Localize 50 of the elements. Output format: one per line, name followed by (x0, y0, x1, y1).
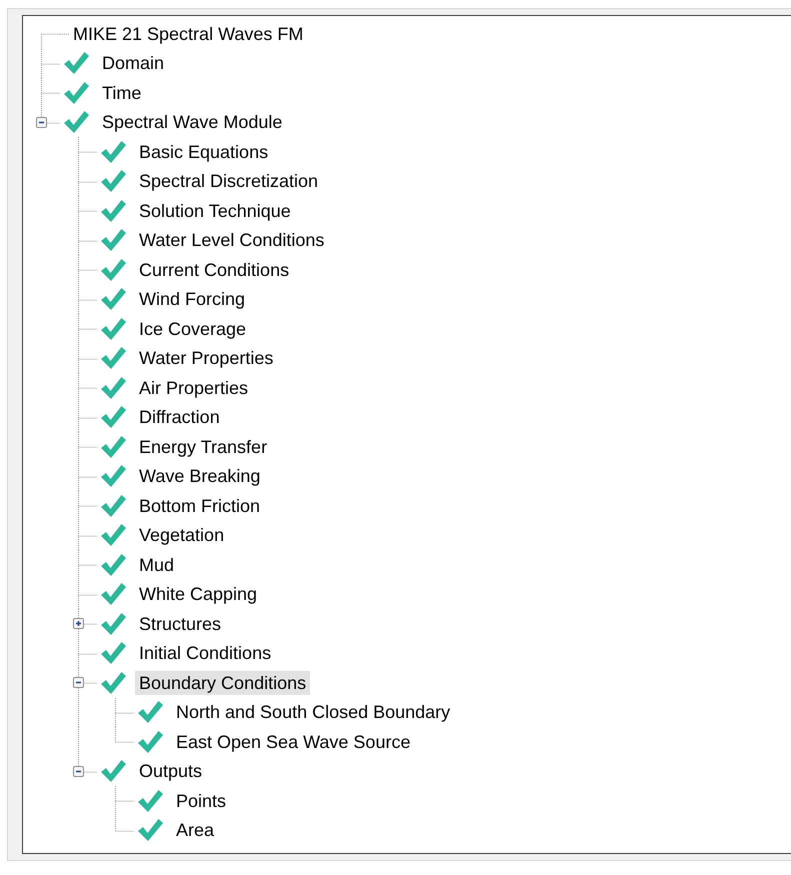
tree-item[interactable]: Basic Equations (135, 140, 272, 164)
tree-item[interactable]: Outputs (135, 759, 206, 784)
tree-item[interactable]: Area (172, 818, 218, 842)
tree-item[interactable]: Air Properties (135, 376, 252, 400)
tree-item[interactable]: Initial Conditions (135, 641, 276, 666)
tree-item[interactable]: Wave Breaking (135, 464, 264, 488)
expand-toggle[interactable] (73, 618, 84, 629)
tree-connector-line (78, 609, 97, 638)
tree-connector-line (78, 137, 97, 166)
tree-connector-line (78, 314, 97, 344)
tree-item[interactable]: Domain (98, 51, 168, 76)
tree-item[interactable]: Boundary Conditions (135, 670, 310, 695)
tree-item[interactable]: Solution Technique (135, 198, 295, 223)
tree-connector-line (78, 462, 97, 491)
tree-item[interactable]: East Open Sea Wave Source (172, 730, 414, 754)
tree-item[interactable]: Energy Transfer (135, 434, 272, 459)
tree-item[interactable]: Structures (135, 612, 226, 636)
tree-connector-line (78, 550, 97, 580)
tree-item[interactable]: Spectral Wave Module (98, 110, 286, 134)
tree-item[interactable]: Mud (135, 552, 178, 577)
tree-connector-line (78, 344, 97, 373)
tree-item[interactable]: Time (98, 80, 146, 105)
tree-connector-line (78, 255, 97, 284)
tree-connector-line (78, 284, 97, 314)
tree-item[interactable]: Points (172, 788, 230, 813)
tree-connector-line (78, 166, 97, 196)
tree-item[interactable]: Water Properties (135, 346, 278, 370)
tree-connector-line (78, 520, 97, 550)
tree-item[interactable]: Bottom Friction (135, 494, 264, 518)
tree-connector-line (78, 196, 97, 226)
tree-item[interactable]: Wind Forcing (135, 287, 250, 312)
tree-item[interactable]: Spectral Discretization (135, 169, 322, 194)
tree-connector-line (78, 373, 97, 402)
tree-connector-line (78, 226, 97, 255)
tree-connector-line (78, 638, 97, 668)
tree-item[interactable]: Diffraction (135, 405, 224, 430)
collapse-toggle[interactable] (73, 766, 84, 776)
tree-connector-line (78, 432, 97, 462)
tree-item[interactable]: Current Conditions (135, 258, 294, 282)
tree-item[interactable]: Water Level Conditions (135, 228, 328, 252)
tree-item[interactable]: MIKE 21 Spectral Waves FM (69, 22, 308, 46)
tree-connector-line (78, 580, 97, 609)
collapse-toggle[interactable] (36, 116, 47, 128)
tree-item[interactable]: Ice Coverage (135, 316, 250, 341)
tree-item[interactable]: North and South Closed Boundary (172, 700, 454, 724)
tree-item[interactable]: Vegetation (135, 523, 228, 548)
tree-connector-line (78, 491, 97, 520)
collapse-toggle[interactable] (73, 677, 84, 688)
tree-item[interactable]: White Capping (135, 582, 262, 606)
tree-connector-line (78, 402, 97, 432)
